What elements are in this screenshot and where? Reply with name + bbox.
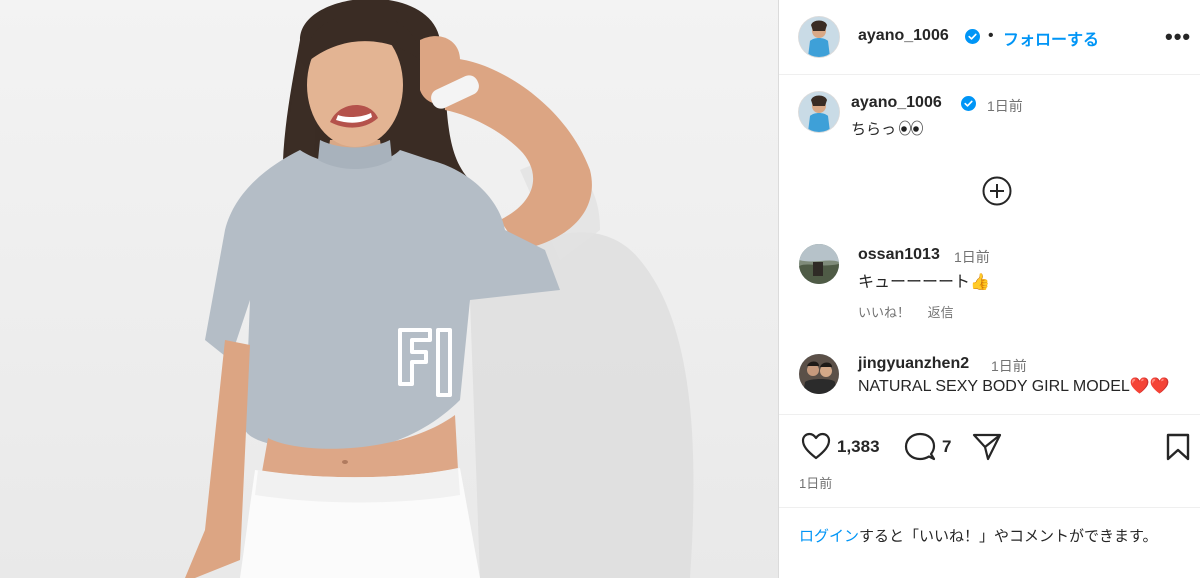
login-prompt: ログインすると「いいね！」やコメントができます。 [799, 525, 1189, 548]
post-side-panel: ayano_1006 • フォローする ••• ayano_1006 1日前 ち… [778, 0, 1200, 578]
post-photo[interactable] [0, 0, 778, 578]
commenter-username[interactable]: jingyuanzhen2 [858, 355, 969, 373]
comment-actions: いいね！ 返信 [858, 302, 968, 321]
login-prompt-text: すると「いいね！」やコメントができます。 [859, 528, 1158, 545]
login-link[interactable]: ログイン [799, 528, 859, 545]
comment-text: NATURAL SEXY BODY GIRL MODEL❤️❤️ [858, 378, 1170, 395]
commenter-avatar-image [799, 244, 839, 284]
share-paper-plane-icon[interactable] [971, 432, 1003, 462]
comment-like-button[interactable]: いいね！ [858, 305, 910, 320]
like-count[interactable]: 1,383 [837, 437, 880, 457]
bookmark-icon[interactable] [1165, 432, 1191, 462]
comments-list[interactable]: ossan1013 1日前 キューーーート👍 いいね！ 返信 jingyuanz… [779, 0, 1200, 414]
comment-count[interactable]: 7 [942, 437, 951, 457]
comment-bubble-icon[interactable] [904, 432, 936, 462]
heart-icon[interactable] [801, 432, 831, 460]
commenter-avatar-image [799, 354, 839, 394]
commenter-avatar[interactable] [799, 244, 839, 284]
post-image [185, 0, 694, 578]
comment-reply-button[interactable]: 返信 [928, 305, 954, 320]
comment-time[interactable]: 1日前 [991, 356, 1027, 376]
post-timestamp[interactable]: 1日前 [799, 473, 832, 492]
comment-text: キューーーート👍 [858, 274, 990, 291]
commenter-avatar[interactable] [799, 354, 839, 394]
post-action-bar: 1,383 7 1日前 ログインすると「いいね！」やコメントができます。 [779, 414, 1200, 578]
divider [779, 507, 1200, 508]
comment-time[interactable]: 1日前 [954, 247, 990, 267]
commenter-username[interactable]: ossan1013 [858, 246, 940, 264]
